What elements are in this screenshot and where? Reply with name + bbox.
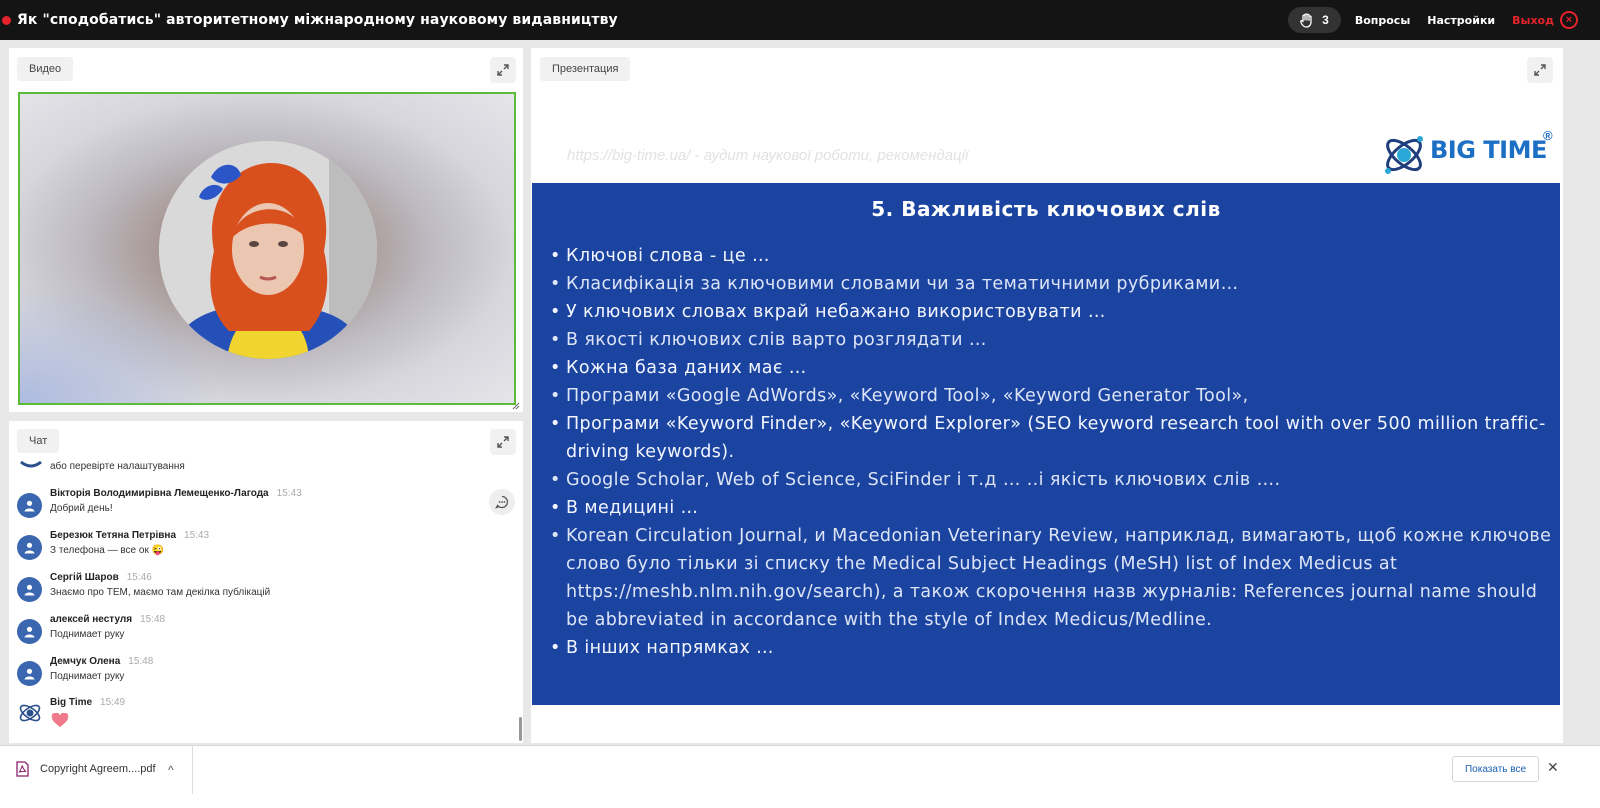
download-item[interactable]: Copyright Agreem....pdf ^ [0,746,193,794]
raised-hands-button[interactable]: 3 [1288,7,1341,33]
speaker-video[interactable] [18,92,516,405]
user-avatar-icon [17,661,42,686]
chat-author: алексей нестуля [50,614,133,625]
recording-indicator-icon [2,15,11,25]
reply-button[interactable] [489,489,515,515]
download-file-name: Copyright Agreem....pdf [40,763,156,775]
slide-bullet: В інших напрямках … [548,634,1556,662]
raised-hands-count: 3 [1322,13,1329,27]
user-avatar-icon [17,619,42,644]
slide-bullet: Ключові слова - це … [548,242,1556,270]
chat-timestamp: 15:48 [140,614,166,625]
chat-timestamp: 15:49 [100,697,126,708]
top-bar-actions: 3 Вопросы Настройки Выход × [1288,6,1578,34]
chat-text: Поднимает руку [50,629,125,640]
raised-hand-icon [1300,12,1312,28]
presentation-expand-button[interactable] [1527,57,1553,83]
video-panel-tag: Видео [17,57,74,81]
pdf-file-icon [16,761,29,777]
chat-text: Добрий день! [50,503,113,514]
slide-bullet: Класифікація за ключовими словами чи за … [548,270,1556,298]
chat-partial-message: або перевірте налаштування [17,460,497,476]
slide-content: 5. Важливість ключових слів Ключові слов… [532,183,1560,705]
expand-icon [497,64,509,76]
atom-logo-icon [1385,136,1423,174]
chat-author: Березюк Тетяна Петрівна [50,530,177,541]
chat-text: Поднимает руку [50,671,125,682]
settings-link[interactable]: Настройки [1427,14,1495,27]
chat-message: Березюк Тетяна Петрівна 15:43 З телефона … [17,530,517,566]
slide-bullet-list: Ключові слова - це … Класифікація за клю… [548,242,1556,662]
user-avatar-icon [17,493,42,518]
slide-url-line: https://big-time.ua/ - аудит наукової ро… [567,147,969,164]
reply-bubble-icon [495,495,509,509]
speaker-portrait-icon [159,141,377,359]
slide-bullet: Google Scholar, Web of Science, SciFinde… [548,466,1556,494]
slide-title: 5. Важливість ключових слів [871,197,1221,221]
top-bar: Як "сподобатись" авторитетному міжнародн… [0,0,1600,40]
chat-partial-text: або перевірте налаштування [50,461,185,472]
questions-link[interactable]: Вопросы [1355,14,1410,27]
slide-bullet: Korean Circulation Journal, и Macedonian… [548,522,1556,634]
chat-panel-tag: Чат [17,429,60,453]
chat-scrollbar[interactable] [519,717,522,741]
bigtime-avatar-icon [20,460,42,468]
user-avatar-icon [17,535,42,560]
close-shelf-icon[interactable]: ✕ [1547,759,1559,776]
user-avatar-icon [17,577,42,602]
exit-link[interactable]: Выход [1512,14,1554,27]
bigtime-avatar-icon [19,704,41,722]
logo-text: BIG TIME [1430,136,1547,164]
heart-icon [51,713,69,727]
chat-message: Big Time 15:49 [17,697,517,733]
chat-author: Big Time [50,697,93,708]
download-shelf: Copyright Agreem....pdf ^ Показать все ✕ [0,745,1600,808]
chat-text: З телефона — все ок 😜 [50,545,165,556]
chat-author: Демчук Олена [50,656,121,667]
video-expand-button[interactable] [490,57,516,83]
chat-message: Сергій Шаров 15:46 Знаємо про ТЕМ, маємо … [17,572,517,608]
expand-icon [1534,64,1546,76]
speaker-photo [159,141,377,359]
chat-expand-button[interactable] [490,429,516,455]
expand-icon [497,436,509,448]
slide-bullet: В якості ключових слів варто розглядати … [548,326,1556,354]
chevron-up-icon[interactable]: ^ [168,763,174,777]
bigtime-logo: BIG TIME ® [1380,128,1560,182]
slide-bullet: У ключових словах вкрай небажано викорис… [548,298,1556,326]
slide-bullet: Програми «Keyword Finder», «Keyword Expl… [548,410,1556,466]
slide-bullet: Програми «Google AdWords», «Keyword Tool… [548,382,1556,410]
chat-timestamp: 15:46 [126,572,152,583]
chat-author: Вікторія Володимирівна Лемещенко-Лагода [50,488,269,499]
webinar-title: Як "сподобатись" авторитетному міжнародн… [17,12,618,28]
chat-message: алексей нестуля 15:48 Поднимает руку [17,614,517,650]
chat-timestamp: 15:43 [184,530,210,541]
slide-bullet: В медицині … [548,494,1556,522]
video-resize-handle-icon[interactable] [512,402,520,410]
logo-registered-mark: ® [1543,128,1553,143]
chat-timestamp: 15:48 [128,656,154,667]
chat-text: Знаємо про ТЕМ, маємо там декілка публік… [50,587,271,598]
presentation-panel-tag: Презентация [540,57,631,81]
chat-author: Сергій Шаров [50,572,119,583]
chat-message: Вікторія Володимирівна Лемещенко-Лагода 1… [17,488,517,524]
exit-close-icon[interactable]: × [1560,11,1578,29]
show-all-button[interactable]: Показать все [1452,756,1539,782]
chat-message: Демчук Олена 15:48 Поднимает руку [17,656,517,692]
slide-bullet: Кожна база даних має … [548,354,1556,382]
chat-timestamp: 15:43 [276,488,302,499]
